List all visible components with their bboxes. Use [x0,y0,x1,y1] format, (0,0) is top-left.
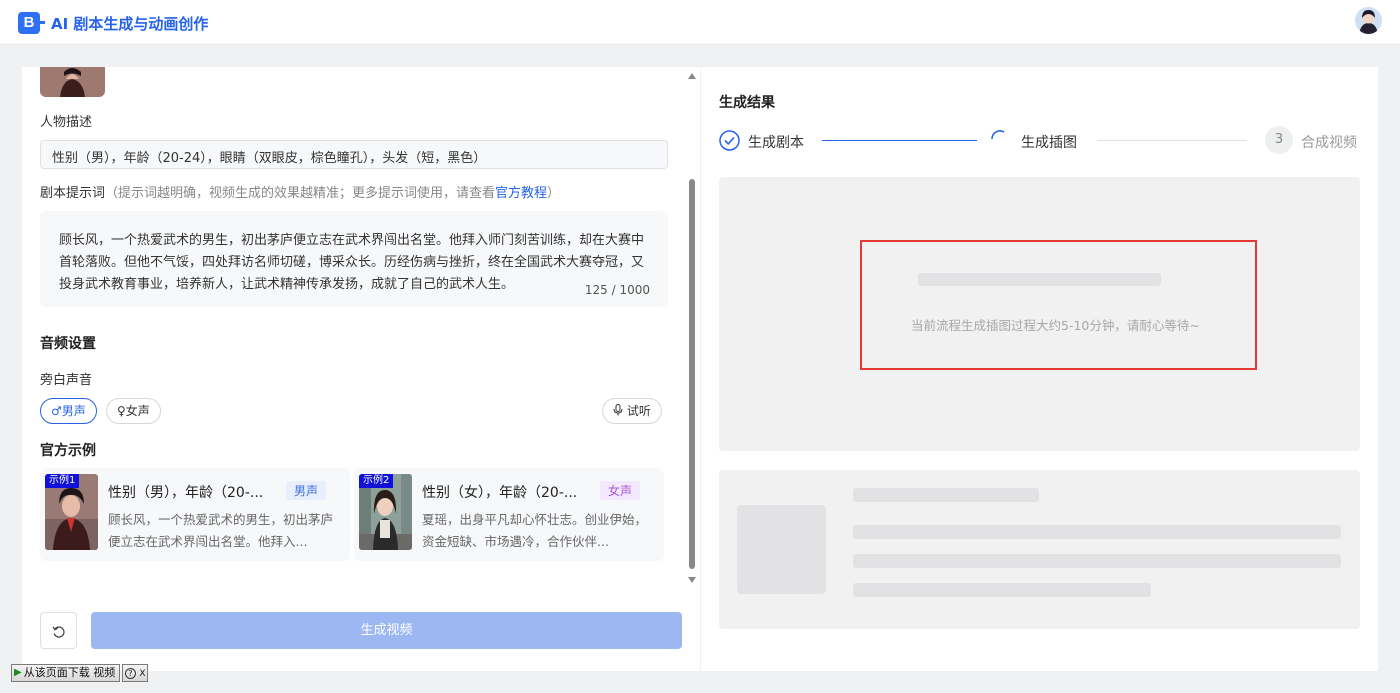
example-voice-tag: 男声 [286,481,327,500]
loading-spinner-icon [990,129,1008,151]
preview-voice-label: 试听 [626,404,651,418]
step-2-label: 生成插图 [1021,135,1077,151]
step-connector-2 [1097,140,1247,141]
step-connector-1 [822,140,977,141]
example-thumbnail: 示例1 [45,474,98,550]
scrollbar-thumb[interactable] [689,179,695,569]
step-1-label: 生成剧本 [748,135,804,151]
microphone-icon [613,404,627,418]
skeleton-bar [853,583,1151,597]
prompt-textarea[interactable]: 顾长风，一个热爱武术的男生，初出茅庐便立志在武术界闯出名堂。他拜入师门刻苦训练，… [40,211,668,307]
audio-settings-title: 音频设置 [40,336,96,352]
example-badge: 示例1 [45,474,80,488]
play-icon: ▶ [14,667,22,678]
example-title: 性别（男），年龄（20-... [108,485,264,501]
female-icon: ♀ [117,404,126,418]
scroll-up-arrow[interactable] [688,73,696,79]
prompt-hint: （提示词越明确，视频生成的效果越精准；更多提示词使用，请查看 [105,186,496,201]
example-badge: 示例2 [359,474,394,488]
refresh-icon [52,624,66,643]
prompt-label: 剧本提示词（提示词越明确，视频生成的效果越精准；更多提示词使用，请查看官方教程） [40,182,560,201]
download-toolbar: ▶ 从该页面下载 视频 ? X [11,664,149,682]
result-title: 生成结果 [719,95,775,111]
example-card-2[interactable]: 示例2 性别（女），年龄（20-... 女声 夏瑶，出身平凡却心怀壮志。创业伊始… [354,468,664,561]
download-video-button[interactable]: ▶ 从该页面下载 视频 [11,664,121,682]
download-label: 从该页面下载 视频 [23,666,116,679]
female-voice-label: 女声 [125,404,150,418]
examples-title: 官方示例 [40,443,96,459]
char-counter: 125 / 1000 [584,283,650,297]
scroll-down-arrow[interactable] [688,577,696,583]
prompt-text: 顾长风，一个热爱武术的男生，初出茅庐便立志在武术界闯出名堂。他拜入师门刻苦训练，… [59,233,645,292]
help-icon: ? [124,668,136,679]
example-thumbnail: 示例2 [359,474,412,550]
top-bar: B AI 剧本生成与动画创作 [0,0,1400,45]
close-icon[interactable]: X [139,669,145,679]
reset-button[interactable] [40,612,77,649]
prompt-hint-end: ） [547,186,561,201]
step-done-icon [719,130,740,155]
narration-voice-label: 旁白声音 [40,373,93,388]
skeleton-image [737,505,826,594]
app-title: AI 剧本生成与动画创作 [51,15,209,33]
example-text: 夏瑶，出身平凡却心怀壮志。创业伊始，资金短缺、市场遇冷，合作伙伴... [422,512,648,549]
avatar[interactable] [1355,7,1382,34]
preview-voice-button[interactable]: 试听 [602,398,662,424]
character-thumbnail [40,67,105,97]
highlight-frame [860,240,1257,370]
prompt-label-text: 剧本提示词 [40,186,106,201]
skeleton-bar [853,554,1341,568]
skeleton-bar [853,525,1341,539]
step-3-number: 3 [1265,126,1293,154]
step-3-label: 合成视频 [1301,135,1357,151]
example-title: 性别（女），年龄（20-... [422,485,578,501]
character-desc-field[interactable]: 性别（男），年龄（20-24），眼睛（双眼皮，棕色瞳孔），头发（短，黑色） [40,140,668,169]
generate-video-button[interactable]: 生成视频 [91,612,682,649]
skeleton-bar [853,488,1039,502]
male-voice-label: 男声 [61,404,86,418]
logo-icon: B [18,12,45,34]
character-desc-label: 人物描述 [40,115,93,130]
example-text: 顾长风，一个热爱武术的男生，初出茅庐便立志在武术界闯出名堂。他拜入... [108,512,334,549]
example-card-1[interactable]: 示例1 性别（男），年龄（20-... 男声 顾长风，一个热爱武术的男生，初出茅… [40,468,350,561]
male-voice-button[interactable]: ♂男声 [40,398,97,424]
help-button[interactable]: ? X [122,664,149,682]
example-voice-tag: 女声 [600,481,641,500]
male-icon: ♂ [51,404,62,418]
tutorial-link[interactable]: 官方教程 [495,186,547,201]
female-voice-button[interactable]: ♀女声 [106,398,161,424]
